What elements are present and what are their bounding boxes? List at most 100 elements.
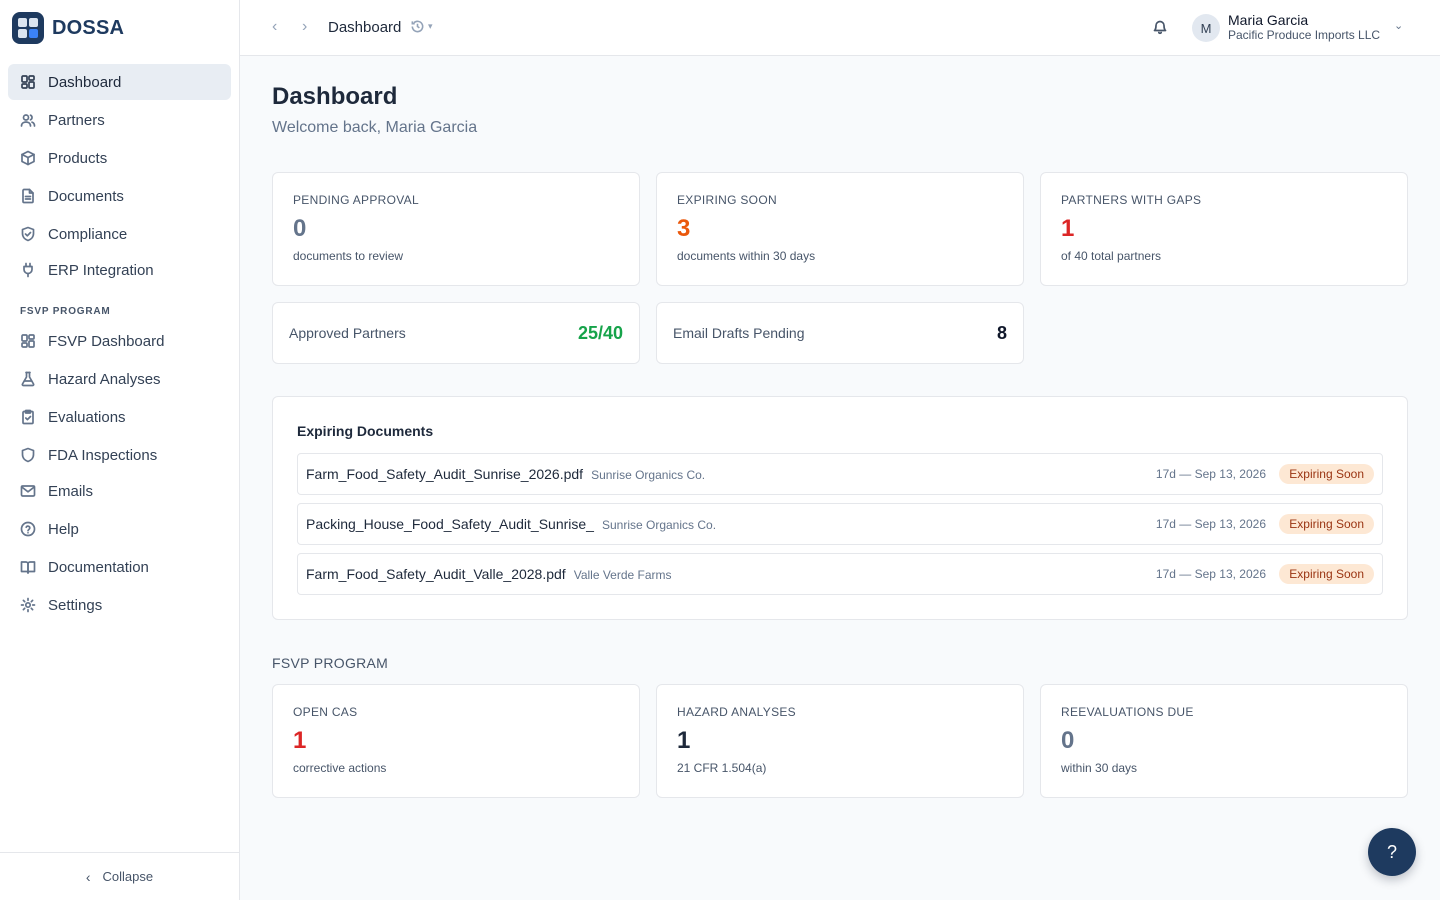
mini-label: Approved Partners bbox=[289, 325, 406, 341]
panel-title: Expiring Documents bbox=[297, 423, 434, 439]
list-item[interactable]: Farm_Food_Safety_Audit_Sunrise_2026.pdf S… bbox=[297, 453, 1383, 495]
stat-subtext: documents within 30 days bbox=[677, 249, 816, 263]
file-icon bbox=[22, 188, 34, 204]
help-button[interactable]: ? bbox=[1368, 828, 1416, 876]
sidebar-item-label: Help bbox=[48, 520, 79, 538]
sidebar-item-label: FDA Inspections bbox=[48, 446, 158, 464]
book-icon bbox=[20, 561, 36, 574]
sidebar-item-partners[interactable]: Partners bbox=[8, 102, 231, 138]
status-badge: Expiring Soon bbox=[1279, 464, 1374, 484]
plug-icon bbox=[23, 262, 33, 278]
document-filename[interactable]: Farm_Food_Safety_Audit_Sunrise_2026.pdf bbox=[306, 466, 583, 482]
stat-value: 0 bbox=[1061, 727, 1075, 754]
brand-name: DOSSA bbox=[52, 16, 125, 39]
stat-label: PENDING APPROVAL bbox=[293, 193, 419, 207]
stat-subtext: corrective actions bbox=[293, 761, 387, 775]
stat-value: 3 bbox=[677, 215, 691, 242]
sidebar-item-compliance[interactable]: Compliance bbox=[8, 216, 231, 252]
stat-card-partners-with-gaps[interactable]: PARTNERS WITH GAPS 1 of 40 total partner… bbox=[1040, 172, 1408, 286]
sidebar-item-fsvp-dashboard[interactable]: FSVP Dashboard bbox=[8, 323, 231, 359]
sidebar-item-settings[interactable]: Settings bbox=[8, 587, 231, 623]
forward-arrow-icon[interactable]: › bbox=[302, 18, 307, 36]
stat-value: 1 bbox=[293, 727, 307, 754]
brand[interactable]: DOSSA bbox=[12, 12, 124, 44]
sidebar-item-help[interactable]: Help bbox=[8, 511, 231, 547]
sidebar-section-label: FSVP PROGRAM bbox=[20, 306, 111, 317]
breadcrumb: Dashboard bbox=[328, 19, 402, 36]
sidebar-item-fda-inspections[interactable]: FDA Inspections bbox=[8, 437, 231, 473]
sidebar-item-evaluations[interactable]: Evaluations bbox=[8, 399, 231, 435]
collapse-button[interactable]: ‹ Collapse bbox=[0, 852, 239, 900]
stat-card-hazard-analyses[interactable]: HAZARD ANALYSES 1 21 CFR 1.504(a) bbox=[656, 684, 1024, 798]
sidebar-item-erp-integration[interactable]: ERP Integration bbox=[8, 252, 231, 288]
expiring-documents-panel: Expiring Documents Farm_Food_Safety_Audi… bbox=[272, 396, 1408, 620]
sidebar-item-dashboard[interactable]: Dashboard bbox=[8, 64, 231, 100]
list-item[interactable]: Farm_Food_Safety_Audit_Valle_2028.pdf Val… bbox=[297, 553, 1383, 595]
collapse-label: Collapse bbox=[102, 869, 154, 884]
stat-label: OPEN CAS bbox=[293, 705, 358, 719]
gear-icon bbox=[20, 597, 36, 613]
shield-icon bbox=[21, 447, 35, 463]
clipboard-check-icon bbox=[22, 409, 34, 425]
page-title: Dashboard bbox=[272, 83, 398, 110]
box-icon bbox=[21, 150, 35, 166]
welcome-message: Welcome back, Maria Garcia bbox=[272, 119, 478, 136]
sidebar-item-documents[interactable]: Documents bbox=[8, 178, 231, 214]
sidebar-item-label: Partners bbox=[48, 111, 105, 129]
document-expiry: 17d — Sep 13, 2026 bbox=[1155, 517, 1266, 531]
document-filename[interactable]: Farm_Food_Safety_Audit_Valle_2028.pdf bbox=[306, 566, 566, 582]
status-badge: Expiring Soon bbox=[1279, 564, 1374, 584]
sidebar-item-label: Emails bbox=[48, 482, 94, 500]
document-filename[interactable]: Packing_House_Food_Safety_Audit_Sunrise_ bbox=[306, 516, 594, 532]
notifications-button[interactable] bbox=[1152, 19, 1168, 35]
stat-card-open-cas[interactable]: OPEN CAS 1 corrective actions bbox=[272, 684, 640, 798]
stat-value: 1 bbox=[1061, 215, 1075, 242]
stat-label: HAZARD ANALYSES bbox=[677, 705, 796, 719]
stat-card-reevaluations-due[interactable]: REEVALUATIONS DUE 0 within 30 days bbox=[1040, 684, 1408, 798]
sidebar-item-label: Evaluations bbox=[48, 408, 126, 426]
back-arrow-icon[interactable]: ‹ bbox=[272, 18, 277, 36]
logo-icon bbox=[12, 12, 44, 44]
stat-subtext: 21 CFR 1.504(a) bbox=[677, 761, 767, 775]
sidebar-item-hazard-analyses[interactable]: Hazard Analyses bbox=[8, 361, 231, 397]
stat-label: EXPIRING SOON bbox=[677, 193, 777, 207]
sidebar-item-label: Compliance bbox=[48, 225, 128, 243]
grid-icon bbox=[21, 334, 35, 348]
sidebar-item-label: Hazard Analyses bbox=[48, 370, 161, 388]
user-name[interactable]: Maria Garcia bbox=[1228, 12, 1308, 28]
sidebar: DOSSA Dashboard Partners Products Docume… bbox=[0, 0, 240, 900]
topbar: ‹ › Dashboard ▾ M Maria Garcia Pacific P… bbox=[240, 0, 1440, 56]
stat-card-expiring-soon[interactable]: EXPIRING SOON 3 documents within 30 days bbox=[656, 172, 1024, 286]
stat-subtext: of 40 total partners bbox=[1061, 249, 1162, 263]
sidebar-item-label: ERP Integration bbox=[48, 261, 154, 279]
list-item[interactable]: Packing_House_Food_Safety_Audit_Sunrise_… bbox=[297, 503, 1383, 545]
bell-icon bbox=[1153, 20, 1167, 35]
chevron-left-icon: ‹ bbox=[85, 868, 91, 885]
stat-card-pending-approval[interactable]: PENDING APPROVAL 0 documents to review bbox=[272, 172, 640, 286]
sidebar-item-label: Documents bbox=[48, 187, 124, 205]
sidebar-item-products[interactable]: Products bbox=[8, 140, 231, 176]
shield-check-icon bbox=[21, 226, 35, 242]
stat-value: 0 bbox=[293, 215, 307, 242]
status-badge: Expiring Soon bbox=[1279, 514, 1374, 534]
sidebar-item-label: Settings bbox=[48, 596, 103, 614]
history-dropdown[interactable]: ▾ bbox=[410, 19, 433, 34]
stat-subtext: within 30 days bbox=[1061, 761, 1138, 775]
approved-partners-card[interactable]: Approved Partners 25/40 bbox=[272, 302, 640, 364]
email-drafts-card[interactable]: Email Drafts Pending 8 bbox=[656, 302, 1024, 364]
document-expiry: 17d — Sep 13, 2026 bbox=[1155, 467, 1266, 481]
mini-label: Email Drafts Pending bbox=[673, 325, 805, 341]
sidebar-item-label: Documentation bbox=[48, 558, 149, 576]
sidebar-item-documentation[interactable]: Documentation bbox=[8, 549, 231, 585]
document-expiry: 17d — Sep 13, 2026 bbox=[1155, 567, 1266, 581]
sidebar-item-emails[interactable]: Emails bbox=[8, 473, 231, 509]
chevron-down-icon[interactable]: ⌄ bbox=[1394, 19, 1403, 32]
users-icon bbox=[20, 114, 36, 127]
avatar[interactable]: M bbox=[1192, 14, 1220, 42]
stat-label: PARTNERS WITH GAPS bbox=[1061, 193, 1202, 207]
sidebar-item-label: Products bbox=[48, 149, 108, 167]
mini-value: 8 bbox=[996, 323, 1007, 343]
stat-subtext: documents to review bbox=[293, 249, 404, 263]
grid-icon bbox=[21, 75, 35, 89]
document-partner: Sunrise Organics Co. bbox=[591, 468, 706, 482]
